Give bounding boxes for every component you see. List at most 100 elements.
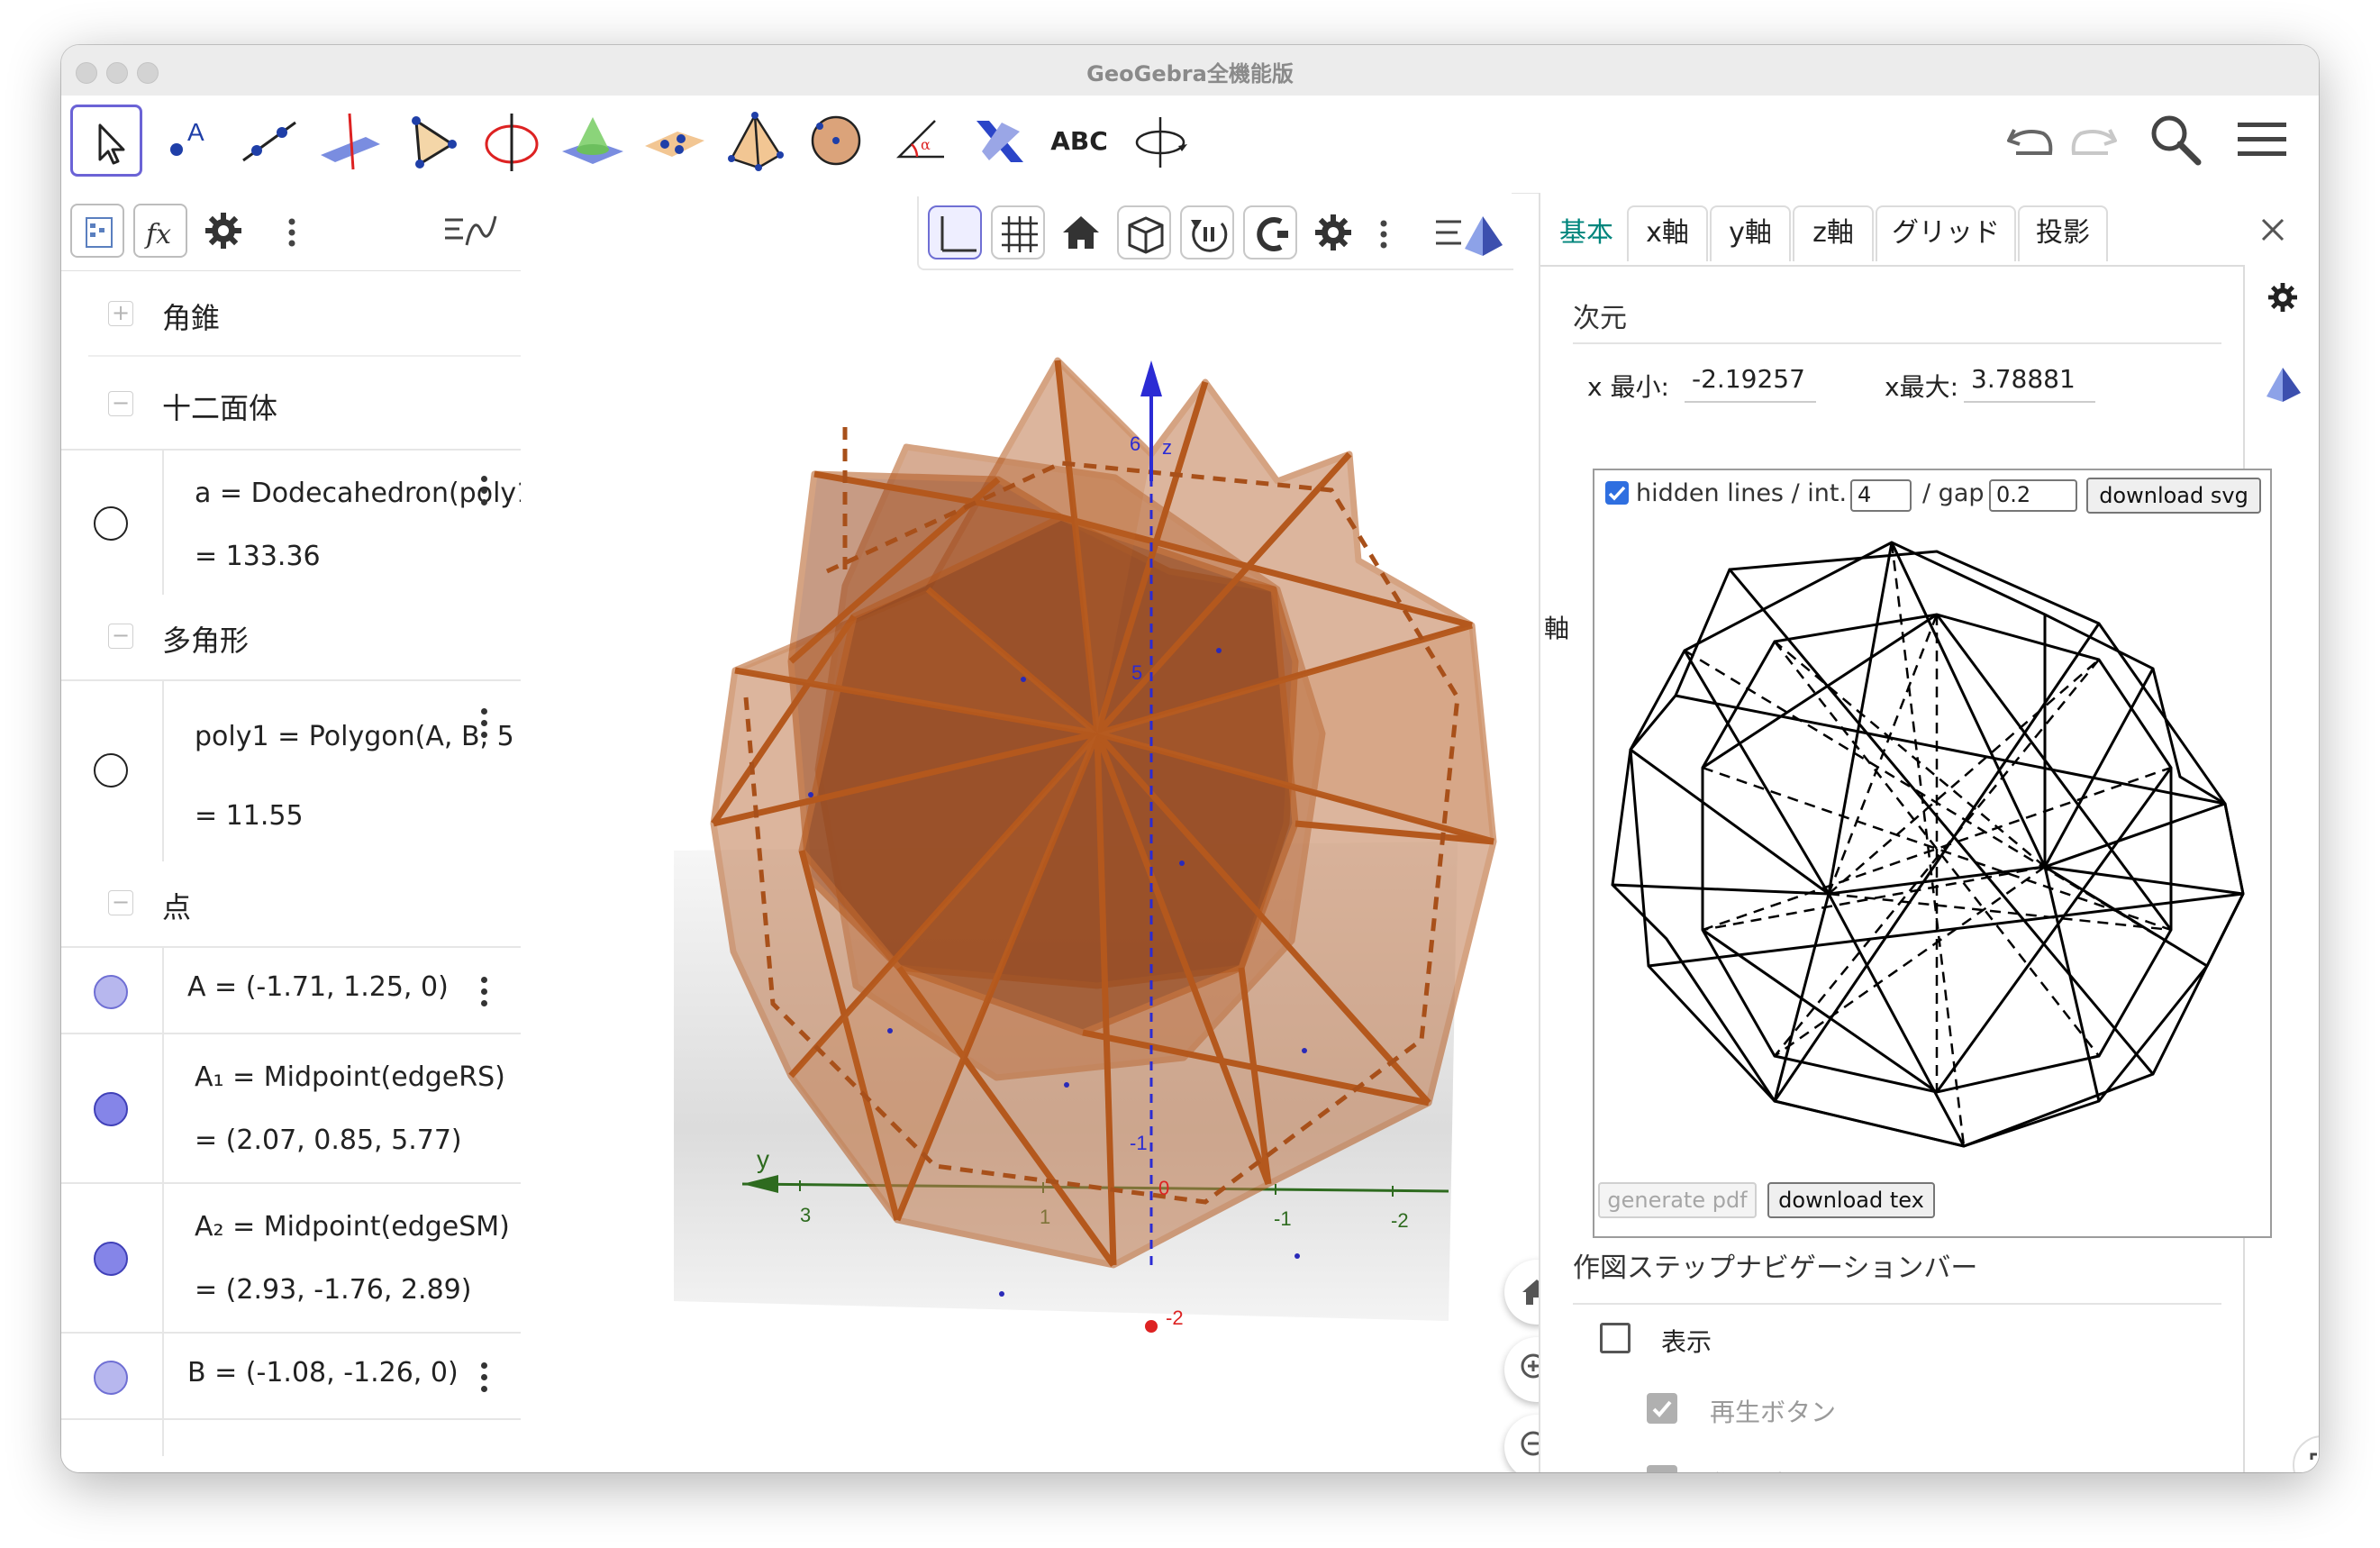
redo-icon[interactable]: [2063, 108, 2126, 171]
item-expression: B = (-1.08, -1.26, 0): [187, 1357, 459, 1389]
polygon-tool-button[interactable]: [395, 105, 467, 177]
reflect-about-plane-icon: [977, 121, 1023, 162]
visibility-toggle[interactable]: [94, 506, 128, 541]
int-input[interactable]: 4: [1850, 479, 1912, 512]
algebra-item-a[interactable]: a = Dodecahedron(poly1 = 133.36: [61, 449, 521, 595]
perpendicular-line-icon: [321, 113, 380, 170]
y-tick: -1: [1274, 1207, 1292, 1230]
open-steps-checkbox[interactable]: [1647, 1465, 1677, 1472]
tab-x-axis[interactable]: x軸: [1627, 205, 1708, 261]
3d-scene: y 3 1 -1 -2: [674, 357, 1497, 1333]
cone-tool-button[interactable]: [557, 105, 629, 177]
text-tool-icon: ABC: [1050, 126, 1108, 156]
algebra-item-poly1[interactable]: poly1 = Polygon(A, B, 5 = 11.55: [61, 679, 521, 861]
visibility-toggle[interactable]: [94, 975, 128, 1009]
group-dodecahedron[interactable]: − 十二面体: [61, 360, 521, 447]
item-menu-icon[interactable]: [481, 1362, 488, 1398]
undo-icon[interactable]: [1998, 108, 2061, 171]
visibility-toggle[interactable]: [94, 1361, 128, 1395]
graphics-3d-icon[interactable]: [2259, 360, 2306, 407]
group-label: 十二面体: [162, 391, 278, 425]
tab-z-axis[interactable]: z軸: [1793, 205, 1874, 261]
fx-button[interactable]: fx: [133, 204, 187, 258]
group-polygon[interactable]: − 多角形: [61, 593, 521, 679]
more-icon[interactable]: [283, 214, 301, 250]
algebra-settings-button[interactable]: [196, 204, 250, 258]
graphics-3d-view[interactable]: y 3 1 -1 -2: [521, 193, 1569, 1472]
item-expression: A₂ = Midpoint(edgeSM): [195, 1211, 510, 1243]
xmin-label: x 最小:: [1587, 372, 1669, 402]
fx-label: fx: [144, 219, 171, 250]
plane-through-points-icon: [645, 132, 704, 157]
item-expression: A₁ = Midpoint(edgeRS): [195, 1061, 505, 1093]
polygon-icon: [412, 116, 457, 168]
algebra-item-B[interactable]: B = (-1.08, -1.26, 0): [61, 1332, 521, 1420]
line-tool-button[interactable]: [232, 105, 304, 177]
show-nav-checkbox[interactable]: [1600, 1323, 1631, 1353]
item-menu-icon[interactable]: [481, 708, 488, 743]
check-icon: [1608, 486, 1626, 501]
check-icon: [1647, 1465, 1677, 1472]
item-expression: poly1 = Polygon(A, B, 5: [195, 721, 514, 752]
xmin-field[interactable]: -2.19257: [1685, 364, 1816, 403]
reflect-tool-button[interactable]: [962, 105, 1034, 177]
point-tool-letter: A: [187, 118, 204, 146]
item-expression: A = (-1.71, 1.25, 0): [187, 971, 449, 1003]
generate-pdf-button[interactable]: generate pdf: [1598, 1182, 1757, 1218]
algebra-input-icon[interactable]: [440, 209, 503, 254]
hidden-lines-checkbox[interactable]: [1605, 481, 1629, 505]
group-toggle[interactable]: −: [108, 890, 133, 915]
sphere-tool-button[interactable]: [800, 105, 872, 177]
z-axis-label: z: [1162, 436, 1172, 459]
algebra-description-button[interactable]: [70, 204, 124, 258]
tab-grid[interactable]: グリッド: [1876, 205, 2016, 261]
perpendicular-tool-button[interactable]: [313, 105, 386, 177]
gear-icon[interactable]: [2261, 276, 2304, 319]
group-toggle[interactable]: −: [108, 624, 133, 649]
group-toggle[interactable]: +: [108, 301, 133, 326]
line-icon: [242, 121, 296, 162]
group-points[interactable]: − 点: [61, 860, 521, 946]
move-tool-button[interactable]: [70, 105, 142, 177]
algebra-item-A2[interactable]: A₂ = Midpoint(edgeSM) = (2.93, -1.76, 2.…: [61, 1182, 521, 1334]
circle-axis-tool-button[interactable]: [476, 105, 548, 177]
tab-y-axis[interactable]: y軸: [1710, 205, 1791, 261]
menu-icon[interactable]: [2230, 108, 2294, 171]
hidden-lines-label: hidden lines / int.: [1636, 479, 1848, 507]
rotate-view-tool-button[interactable]: [1124, 105, 1196, 177]
item-menu-icon[interactable]: [481, 476, 488, 511]
download-svg-button[interactable]: download svg: [2086, 478, 2261, 514]
algebra-description-icon: [86, 217, 113, 248]
algebra-item-A[interactable]: A = (-1.71, 1.25, 0): [61, 946, 521, 1034]
z-tick: 6: [1130, 433, 1140, 455]
app-window: GeoGebra全機能版 A α ABC fx + 角錐 − 十二面体 a = …: [61, 45, 2319, 1472]
algebra-panel: fx + 角錐 − 十二面体 a = Dodecahedron(poly1 = …: [61, 193, 522, 1472]
item-value: = 11.55: [195, 800, 304, 832]
fullscreen-fab[interactable]: [2288, 1431, 2319, 1472]
tab-basic[interactable]: 基本: [1549, 205, 1623, 261]
visibility-toggle[interactable]: [94, 1242, 128, 1276]
angle-tool-button[interactable]: α: [881, 105, 953, 177]
visibility-toggle[interactable]: [94, 753, 128, 788]
group-pyramid[interactable]: + 角錐: [61, 270, 521, 357]
text-tool-button[interactable]: ABC: [1043, 105, 1115, 177]
group-label: 角錐: [162, 301, 221, 335]
download-tex-button[interactable]: download tex: [1767, 1182, 1935, 1218]
plane-points-tool-button[interactable]: [638, 105, 710, 177]
axes-label: 軸: [1544, 614, 1570, 643]
visibility-toggle[interactable]: [94, 1092, 128, 1126]
play-button-checkbox[interactable]: [1647, 1393, 1677, 1424]
item-value: = (2.93, -1.76, 2.89): [195, 1274, 472, 1306]
item-menu-icon[interactable]: [481, 977, 488, 1012]
pyramid-icon: [728, 112, 784, 171]
tab-projection[interactable]: 投影: [2018, 205, 2108, 261]
close-icon[interactable]: [2250, 207, 2295, 252]
algebra-item-A1[interactable]: A₁ = Midpoint(edgeRS) = (2.07, 0.85, 5.7…: [61, 1033, 521, 1184]
item-value: = 133.36: [195, 541, 321, 572]
group-toggle[interactable]: −: [108, 391, 133, 416]
search-icon[interactable]: [2144, 108, 2207, 171]
gap-input[interactable]: 0.2: [1989, 479, 2077, 512]
xmax-field[interactable]: 3.78881: [1964, 364, 2095, 403]
point-tool-button[interactable]: A: [151, 105, 223, 177]
pyramid-tool-button[interactable]: [719, 105, 791, 177]
